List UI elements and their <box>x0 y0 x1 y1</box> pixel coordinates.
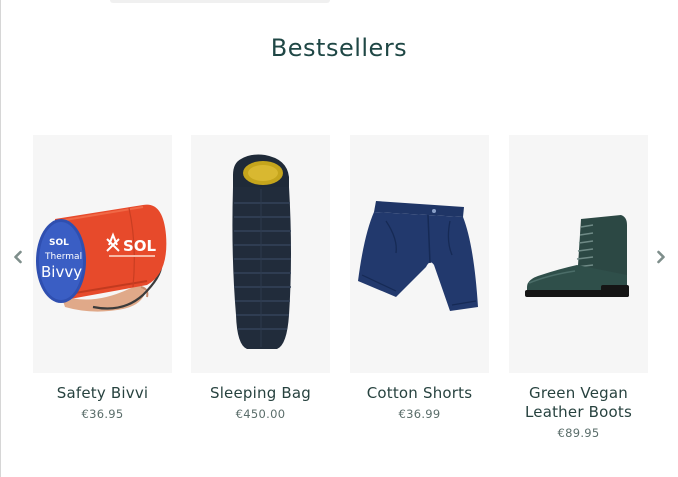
svg-text:Thermal: Thermal <box>44 252 82 262</box>
svg-text:SOL: SOL <box>123 237 157 255</box>
product-price: €89.95 <box>557 426 600 440</box>
product-image-sleeping-bag[interactable] <box>191 135 330 373</box>
sleeping-bag-image <box>232 154 291 349</box>
product-price: €450.00 <box>235 407 286 421</box>
sol-thermal-bivvy-image: SOL Thermal Bivvy SOL <box>36 204 167 312</box>
product-name[interactable]: Sleeping Bag <box>191 384 330 403</box>
product-price: €36.95 <box>81 407 124 421</box>
product-name[interactable]: Cotton Shorts <box>350 384 489 403</box>
product-card[interactable]: Cotton Shorts €36.99 <box>350 135 489 421</box>
product-card[interactable]: Sleeping Bag €450.00 <box>191 135 330 421</box>
product-name[interactable]: Green Vegan Leather Boots <box>509 384 648 422</box>
product-image-sol-bivvy[interactable]: SOL Thermal Bivvy SOL <box>33 135 172 373</box>
leather-boot-image <box>525 215 629 297</box>
product-card[interactable]: SOL Thermal Bivvy SOL Safety Bivvi €36.9… <box>33 135 172 421</box>
product-card[interactable]: Green Vegan Leather Boots €89.95 <box>509 135 648 440</box>
product-price: €36.99 <box>398 407 441 421</box>
product-image-shorts[interactable] <box>350 135 489 373</box>
cotton-shorts-image <box>358 201 478 311</box>
svg-text:Bivvy: Bivvy <box>41 263 82 281</box>
product-name[interactable]: Safety Bivvi <box>33 384 172 403</box>
product-carousel: SOL Thermal Bivvy SOL Safety Bivvi €36.9… <box>0 0 678 477</box>
product-image-boots[interactable] <box>509 135 648 373</box>
svg-text:SOL: SOL <box>49 238 69 248</box>
